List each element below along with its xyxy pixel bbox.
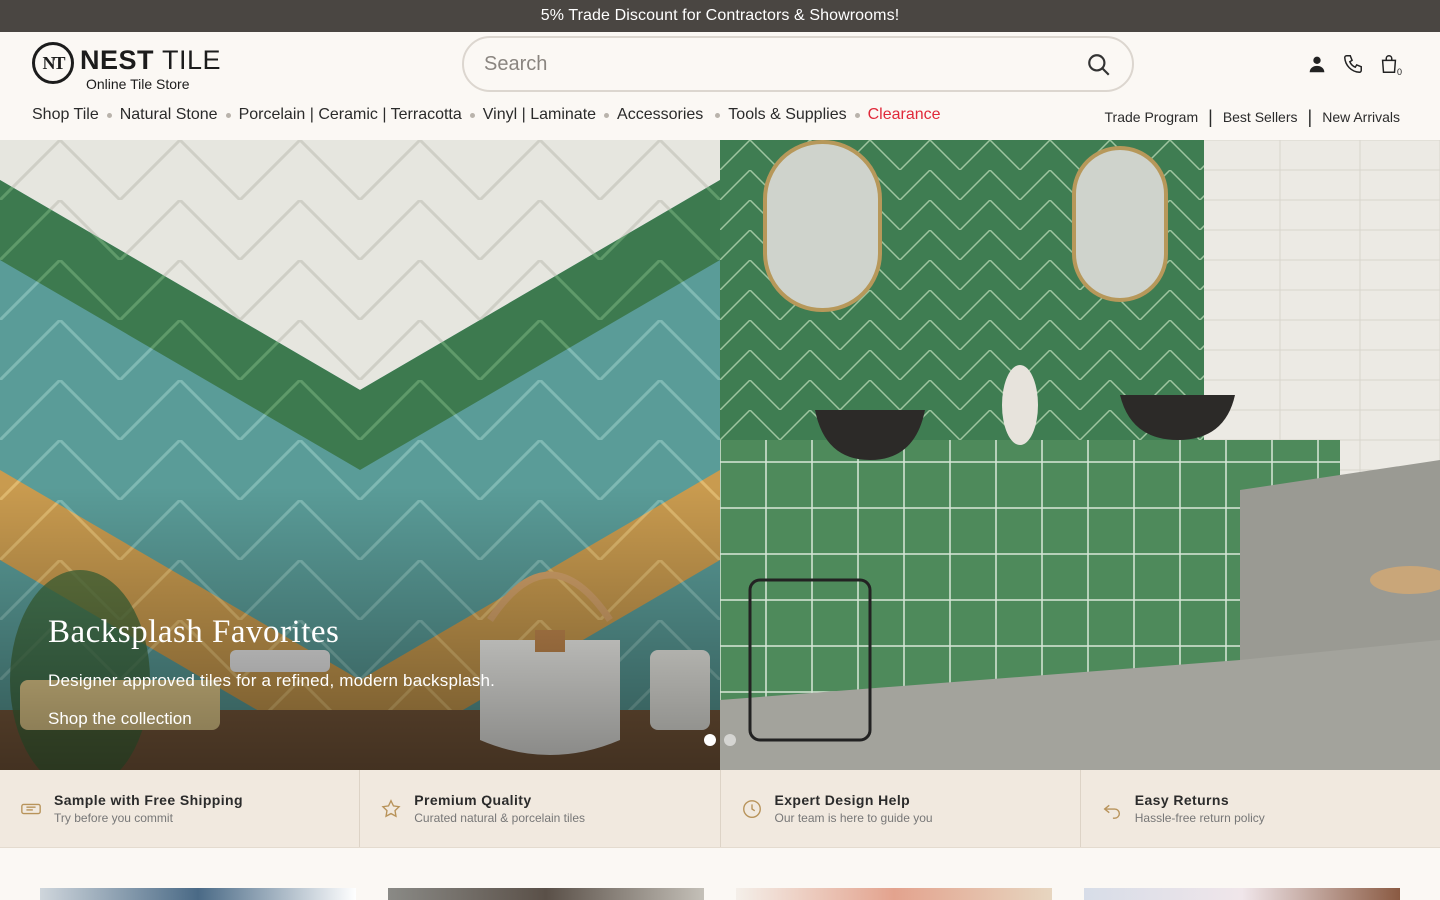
divider: | — [1307, 107, 1313, 127]
feature-bar: Sample with Free Shipping Try before you… — [0, 770, 1440, 848]
nav-vinyl-laminate[interactable]: Vinyl | Laminate — [483, 106, 596, 124]
category-card[interactable] — [388, 888, 704, 900]
nav-separator — [225, 112, 231, 118]
link-best-sellers[interactable]: Best Sellers — [1223, 109, 1298, 125]
nav-separator — [469, 112, 475, 118]
search-icon[interactable] — [1086, 52, 1112, 78]
feature-subtitle: Hassle-free return policy — [1134, 811, 1265, 825]
carousel-dot-2[interactable] — [724, 734, 736, 746]
feature-title: Sample with Free Shipping — [54, 792, 243, 808]
logo-mark: NT — [32, 42, 74, 84]
hero-image-green-bathroom[interactable] — [720, 140, 1440, 770]
search-input[interactable] — [484, 50, 1064, 78]
category-card[interactable] — [736, 888, 1052, 900]
hero-caption: Backsplash Favorites Designer approved t… — [48, 614, 495, 729]
feature-title: Premium Quality — [414, 792, 532, 808]
hero-subtitle: Designer approved tiles for a refined, m… — [48, 671, 496, 690]
carousel-dots — [704, 734, 736, 746]
nav-clearance[interactable]: Clearance — [868, 106, 941, 124]
return-arrow-icon — [1103, 804, 1120, 819]
cart-count: 0 — [1396, 67, 1402, 77]
feature-subtitle: Curated natural & porcelain tiles — [414, 811, 586, 825]
carousel-dot-1[interactable] — [704, 734, 716, 746]
nav-separator — [604, 112, 610, 118]
nav-shop-tile[interactable]: Shop Tile — [32, 106, 99, 124]
feature-title: Expert Design Help — [774, 792, 911, 808]
main-nav: Shop Tile Natural Stone Porcelain | Cera… — [32, 106, 941, 124]
announcement-text: 5% Trade Discount for Contractors & Show… — [540, 7, 900, 24]
link-trade-program[interactable]: Trade Program — [1105, 109, 1199, 125]
link-new-arrivals[interactable]: New Arrivals — [1322, 109, 1400, 125]
hero-banner: Backsplash Favorites Designer approved t… — [0, 140, 1440, 770]
clock-icon — [742, 800, 761, 818]
ticket-icon — [21, 803, 41, 815]
announcement-bar: 5% Trade Discount for Contractors & Show… — [0, 0, 1440, 32]
nav-separator — [106, 112, 112, 118]
utility-icons: 0 — [1306, 52, 1402, 77]
hero-cta-link[interactable]: Shop the collection — [48, 709, 192, 729]
secondary-nav: Trade Program | Best Sellers | New Arriv… — [1105, 108, 1401, 126]
star-icon — [381, 799, 401, 818]
green-bathroom-illustration — [720, 140, 1440, 770]
logo[interactable]: NT NEST TILE Online Tile Store — [32, 42, 221, 92]
nav-separator — [715, 112, 721, 118]
phone-icon[interactable] — [1342, 52, 1364, 76]
logo-tagline: Online Tile Store — [86, 76, 190, 92]
nav-natural-stone[interactable]: Natural Stone — [120, 106, 218, 124]
hero-title: Backsplash Favorites — [48, 614, 340, 650]
category-cards-row — [40, 888, 1400, 900]
category-card[interactable] — [1084, 888, 1400, 900]
nav-tools-supplies[interactable]: Tools & Supplies — [728, 106, 846, 124]
logo-wordmark: NEST TILE — [80, 45, 222, 75]
category-card[interactable] — [40, 888, 356, 900]
feature-subtitle: Our team is here to guide you — [774, 811, 933, 825]
feature-easy-returns: Easy Returns Hassle-free return policy — [1081, 770, 1440, 847]
feature-title: Easy Returns — [1134, 792, 1230, 808]
feature-design-help: Expert Design Help Our team is here to g… — [721, 770, 1081, 847]
nav-separator — [854, 112, 860, 118]
feature-free-samples: Sample with Free Shipping Try before you… — [0, 770, 361, 847]
feature-premium-quality: Premium Quality Curated natural & porcel… — [360, 770, 721, 847]
cart-button[interactable]: 0 — [1378, 52, 1402, 77]
search-bar — [462, 36, 1134, 92]
account-icon[interactable] — [1306, 52, 1328, 76]
nav-porcelain-ceramic-terracotta[interactable]: Porcelain | Ceramic | Terracotta — [239, 106, 462, 124]
divider: | — [1208, 107, 1213, 127]
nav-accessories[interactable]: Accessories — [617, 106, 703, 124]
feature-subtitle: Try before you commit — [54, 811, 173, 825]
site-header: NT NEST TILE Online Tile Store 0 Shop Ti… — [0, 32, 1440, 140]
